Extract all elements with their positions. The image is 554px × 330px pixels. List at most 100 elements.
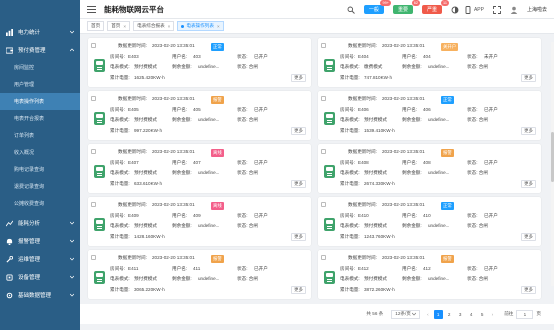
user-label: 用户名:	[402, 160, 418, 165]
prev-page-icon[interactable]: ‹	[427, 312, 429, 317]
more-button[interactable]: 更多	[521, 180, 536, 188]
phone-icon[interactable]	[464, 5, 472, 14]
balance-value: undefine...	[428, 223, 450, 228]
wrench-icon	[6, 255, 13, 263]
page-size-select[interactable]: 12条/页	[391, 309, 421, 319]
card-checkbox[interactable]	[321, 255, 326, 260]
more-button[interactable]: 更多	[291, 74, 306, 82]
sidebar-item-shared-fees[interactable]: 公摊收费查询	[0, 195, 80, 212]
tab-home[interactable]: 首页	[87, 21, 105, 31]
mode-label: 电表模式:	[340, 276, 360, 281]
menu-toggle-icon[interactable]	[87, 5, 96, 13]
alert-severe-button[interactable]: 严重 11	[421, 0, 449, 14]
app-label[interactable]: APP	[474, 7, 484, 13]
user-value: 410	[423, 213, 431, 218]
more-button[interactable]: 更多	[291, 180, 306, 188]
card-checkbox[interactable]	[321, 96, 326, 101]
card-checkbox[interactable]	[91, 96, 96, 101]
card-checkbox[interactable]	[91, 43, 96, 48]
state-value: 已开户	[254, 266, 268, 271]
page-number[interactable]: 3	[456, 310, 465, 319]
more-button[interactable]: 更多	[291, 286, 306, 294]
close-icon[interactable]: ×	[217, 24, 220, 29]
mode-label: 电表模式:	[340, 117, 360, 122]
tab-home-2[interactable]: 首页 ×	[107, 21, 131, 31]
tab-meter-report[interactable]: 电表综合报表 ×	[133, 21, 175, 31]
fullscreen-icon[interactable]	[493, 5, 501, 14]
room-label: 房间号:	[340, 213, 356, 218]
search-icon[interactable]	[347, 6, 355, 14]
alert-general-button[interactable]: 一般 99+	[363, 0, 391, 14]
sidebar-group-devices[interactable]: 设备管理	[0, 268, 80, 286]
sidebar-group-energy-analysis[interactable]: 能耗分析	[0, 214, 80, 232]
page-number[interactable]: 1	[433, 309, 443, 319]
sidebar-group-power-stats[interactable]: 电力统计	[0, 23, 80, 41]
more-button[interactable]: 更多	[291, 233, 306, 241]
page-number[interactable]: 4	[467, 310, 476, 319]
sidebar-item-income[interactable]: 收入概况	[0, 144, 80, 161]
sidebar-item-refund-records[interactable]: 退费记录查询	[0, 178, 80, 195]
sidebar-item-room-monitor[interactable]: 房间监控	[0, 59, 80, 76]
wallet-icon	[6, 46, 13, 54]
room-label: 房间号:	[340, 160, 356, 165]
meter-card: 数据更新时间: 2023-02-20 13:35:01 报警 房间号: E411 用户名:…	[88, 250, 311, 299]
sidebar-item-purchase-records[interactable]: 购电记录查询	[0, 161, 80, 178]
meter-card-grid: 数据更新时间: 2023-02-20 13:35:01 正常 房间号: E403 用户名:…	[80, 34, 554, 330]
page-number[interactable]: 2	[445, 310, 454, 319]
state-value: 已开户	[254, 107, 268, 112]
status-badge: 正常	[441, 202, 454, 210]
chevron-down-icon	[70, 275, 74, 279]
card-checkbox[interactable]	[321, 202, 326, 207]
mode-label: 电表模式:	[340, 64, 360, 69]
avatar[interactable]	[510, 6, 518, 14]
meter-icon	[94, 59, 105, 72]
user-location[interactable]: 上海啦去	[527, 6, 547, 13]
card-checkbox[interactable]	[91, 255, 96, 260]
tab-meter-operations[interactable]: 电表操作列表 ×	[177, 21, 224, 31]
sidebar-group-label: 运维管理	[18, 257, 41, 263]
sidebar-item-meter-report[interactable]: 电表开合报表	[0, 110, 80, 127]
balance-value: undefine...	[428, 170, 450, 175]
room-label: 房间号:	[110, 54, 126, 59]
total-label: 累计电量:	[110, 181, 130, 186]
theme-icon[interactable]	[451, 6, 459, 14]
sidebar: 电力统计 预付费管理 房间监控 用户管理 电表操作列表 电表开合报表 订单列表 …	[0, 0, 80, 330]
room-label: 房间号:	[340, 54, 356, 59]
card-checkbox[interactable]	[321, 43, 326, 48]
user-label: 用户名:	[402, 266, 418, 271]
sidebar-group-base-data[interactable]: 基础数据管理	[0, 286, 80, 304]
total-value: 3065.220KW·h	[134, 287, 165, 292]
user-value: 407	[193, 160, 201, 165]
close-icon[interactable]: ×	[123, 24, 126, 29]
meter-card: 数据更新时间: 2023-02-20 13:35:01 报警 房间号: E412 用户名:…	[318, 250, 541, 299]
more-button[interactable]: 更多	[521, 233, 536, 241]
close-icon[interactable]: ×	[168, 24, 171, 29]
sidebar-item-user-management[interactable]: 用户管理	[0, 76, 80, 93]
balance-label: 剩余金额:	[172, 223, 192, 228]
card-checkbox[interactable]	[321, 149, 326, 154]
sidebar-group-alarm[interactable]: 报警管理	[0, 232, 80, 250]
alert-important-button[interactable]: 重要 62	[392, 0, 420, 14]
more-button[interactable]: 更多	[521, 74, 536, 82]
active-dot-icon	[181, 24, 185, 28]
page-number[interactable]: 5	[478, 310, 487, 319]
more-button[interactable]: 更多	[521, 286, 536, 294]
sidebar-group-maintenance[interactable]: 运维管理	[0, 250, 80, 268]
sidebar-item-meter-operations[interactable]: 电表操作列表	[0, 93, 80, 110]
goto-page-input[interactable]: 1	[516, 309, 534, 319]
more-button[interactable]: 更多	[291, 127, 306, 135]
meter-card: 数据更新时间: 2023-02-20 13:35:01 离线 房间号: E409 用户名:…	[88, 197, 311, 246]
more-button[interactable]: 更多	[521, 127, 536, 135]
card-checkbox[interactable]	[91, 202, 96, 207]
balance-value: undefine...	[198, 276, 220, 281]
header-tools: 一般 99+ 重要 62 严重 11 APP 上海啦去	[338, 0, 554, 19]
sidebar-item-orders[interactable]: 订单列表	[0, 127, 80, 144]
next-page-icon[interactable]: ›	[492, 312, 494, 317]
user-label: 用户名:	[172, 107, 188, 112]
chevron-down-icon	[412, 312, 417, 316]
sidebar-group-prepaid[interactable]: 预付费管理	[0, 41, 80, 59]
total-value: 1625.420KW·h	[134, 75, 165, 80]
meter-icon	[324, 165, 335, 178]
card-checkbox[interactable]	[91, 149, 96, 154]
meter-card: 数据更新时间: 2023-02-20 13:35:01 报警 房间号: E405 用户名:…	[88, 91, 311, 140]
